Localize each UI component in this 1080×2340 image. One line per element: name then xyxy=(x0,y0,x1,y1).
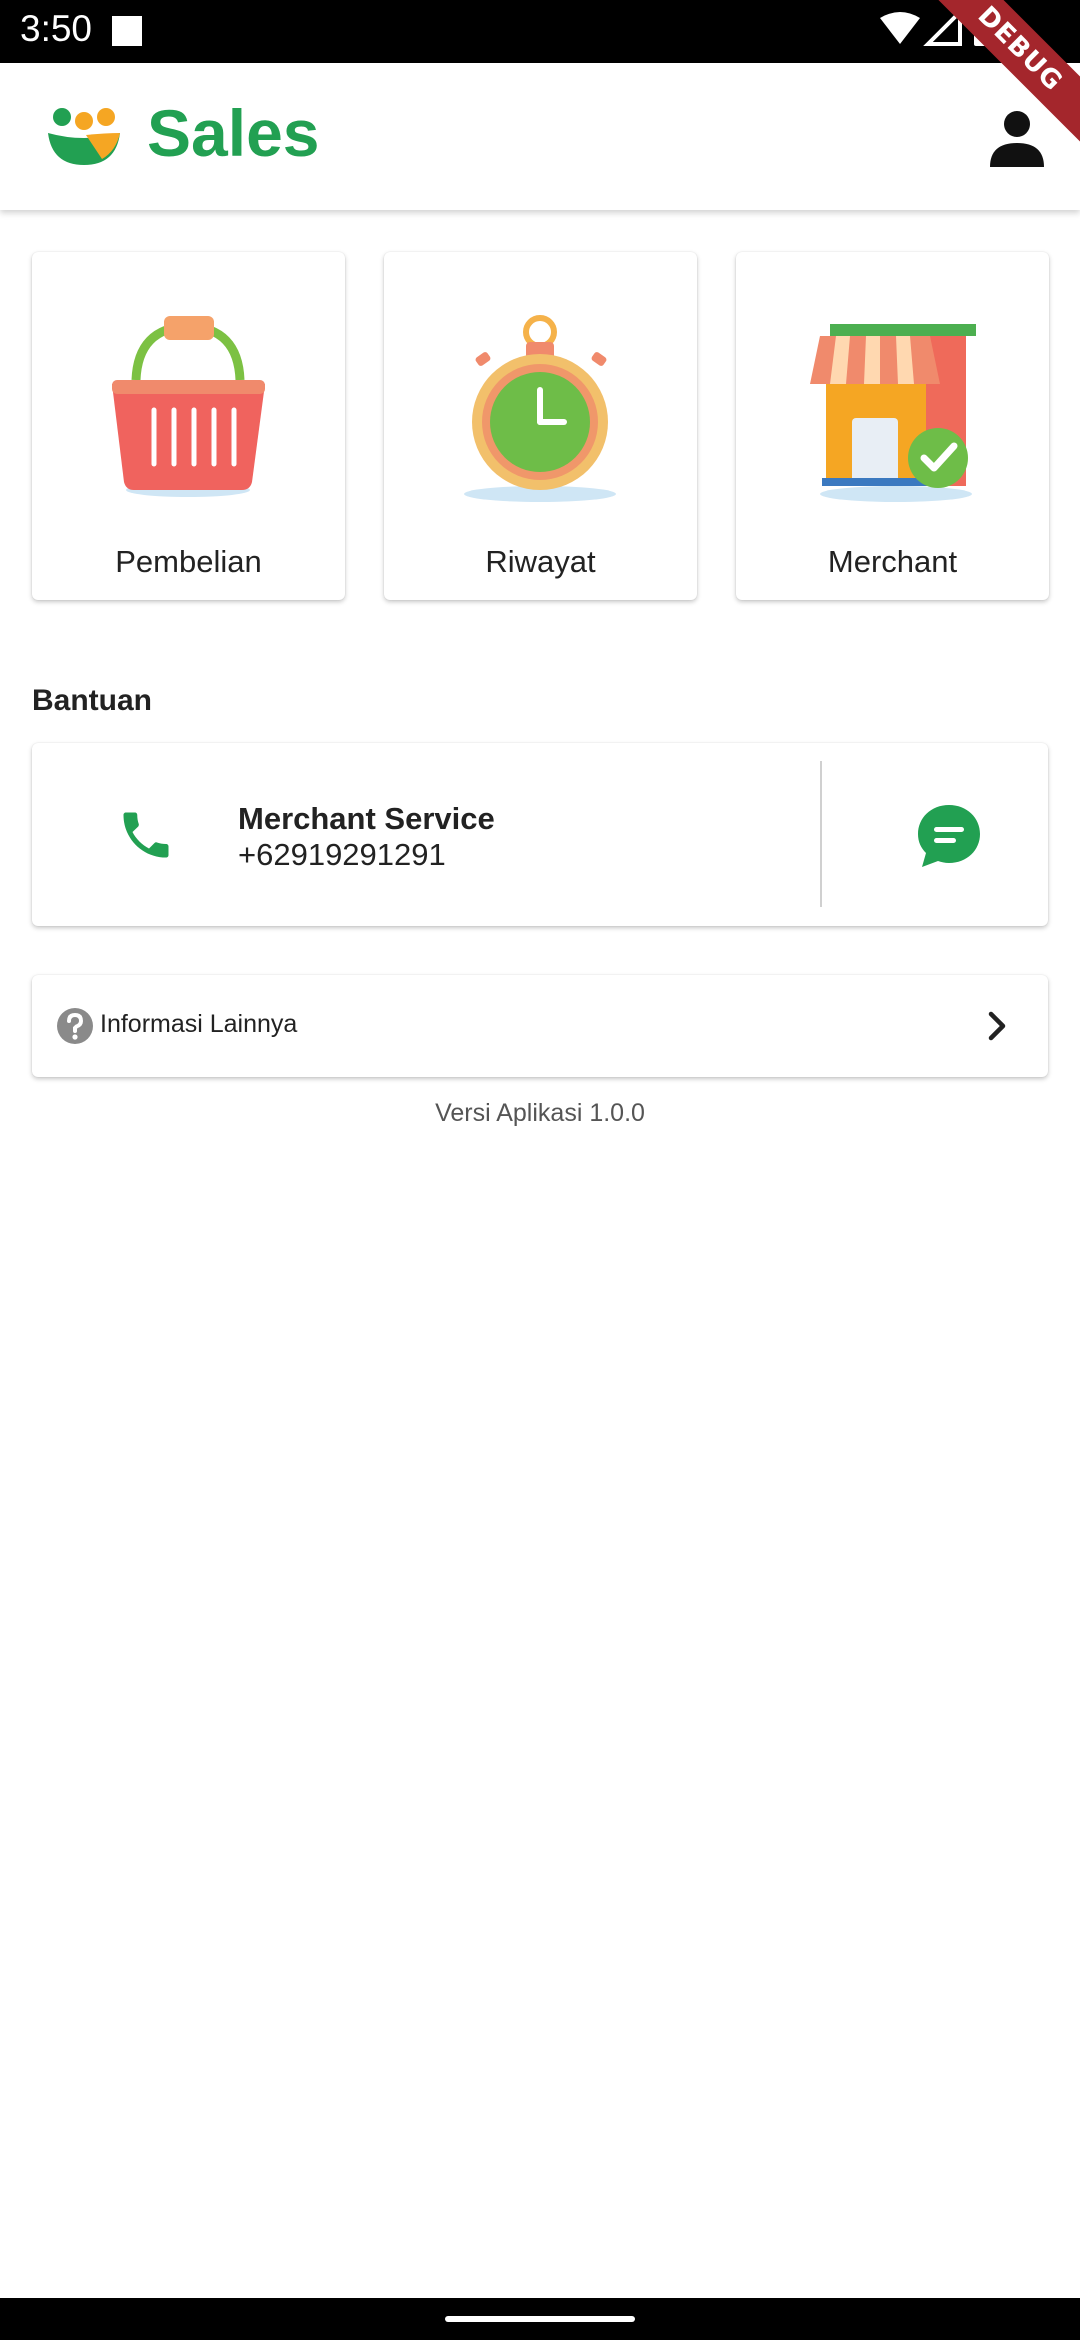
section-title-bantuan: Bantuan xyxy=(32,684,152,717)
notification-icon xyxy=(112,16,142,46)
app-version: Versi Aplikasi 1.0.0 xyxy=(435,1099,645,1127)
menu-label-merchant: Merchant xyxy=(827,544,958,579)
shopping-basket-icon xyxy=(112,316,265,497)
info-label: Informasi Lainnya xyxy=(100,1010,298,1038)
app-title: Sales xyxy=(147,96,320,170)
home-handle[interactable] xyxy=(445,2316,635,2322)
menu-label-pembelian: Pembelian xyxy=(115,544,262,579)
person-icon[interactable] xyxy=(986,109,1048,167)
menu-card-pembelian[interactable]: Pembelian xyxy=(32,252,345,600)
chevron-right-icon xyxy=(988,1011,1006,1041)
store-verified-icon xyxy=(810,324,976,502)
contact-name: Merchant Service xyxy=(238,801,495,836)
help-circle-icon xyxy=(57,1008,93,1044)
status-time: 3:50 xyxy=(20,8,93,49)
phone-icon[interactable] xyxy=(116,805,176,865)
app-bar: Sales xyxy=(0,63,1080,210)
menu-card-riwayat[interactable]: Riwayat xyxy=(384,252,697,600)
system-nav-bar xyxy=(0,2298,1080,2340)
sales-logo-icon xyxy=(48,108,120,165)
stopwatch-icon xyxy=(464,315,616,502)
chat-button[interactable] xyxy=(852,743,1048,926)
chat-icon xyxy=(918,805,980,867)
info-lainnya-row[interactable]: Informasi Lainnya xyxy=(32,975,1048,1077)
merchant-service-card: Merchant Service +62919291291 xyxy=(32,743,1048,926)
wifi-icon xyxy=(880,12,920,44)
menu-label-riwayat: Riwayat xyxy=(485,544,596,579)
contact-number[interactable]: +62919291291 xyxy=(238,837,446,873)
menu-card-merchant[interactable]: Merchant xyxy=(736,252,1049,600)
divider xyxy=(820,761,822,907)
status-bar: 3:50 xyxy=(0,0,1080,63)
